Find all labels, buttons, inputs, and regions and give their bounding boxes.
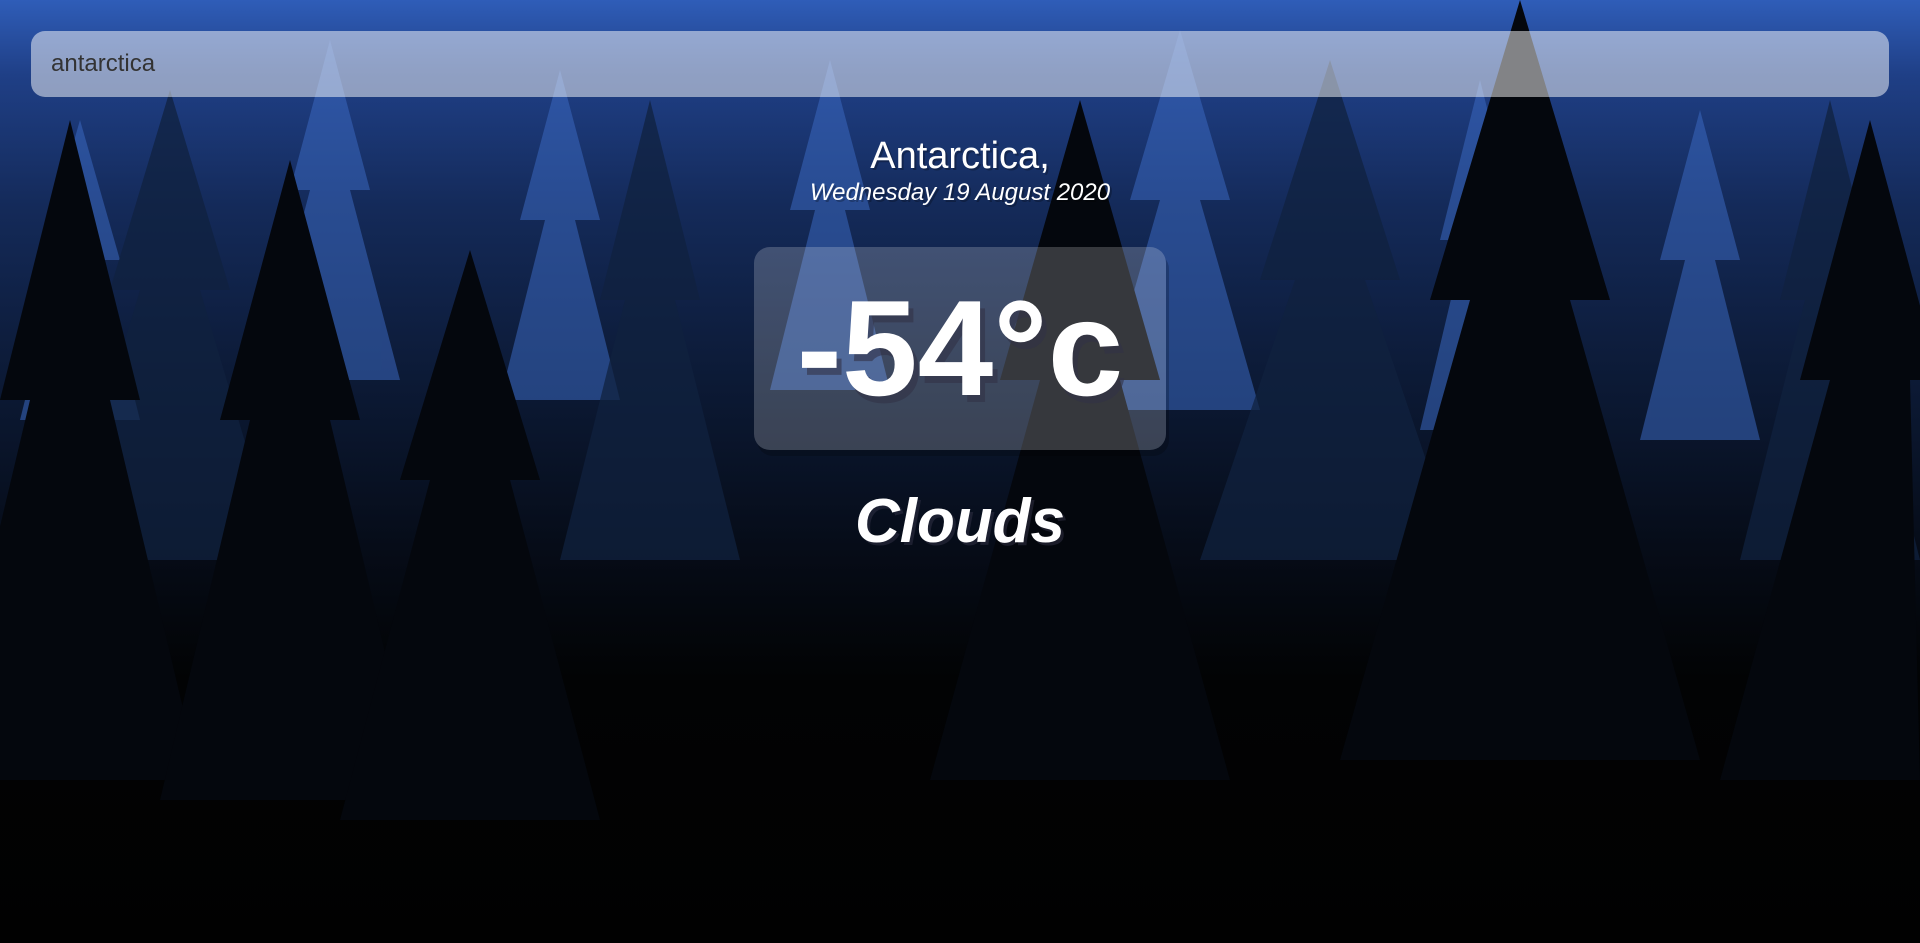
search-input[interactable] bbox=[31, 31, 1889, 97]
temperature-display: -54°c bbox=[754, 247, 1166, 450]
weather-app: Antarctica, Wednesday 19 August 2020 -54… bbox=[0, 0, 1920, 943]
weather-condition: Clouds bbox=[854, 487, 1066, 556]
location-name: Antarctica, bbox=[870, 135, 1050, 177]
date-label: Wednesday 19 August 2020 bbox=[809, 179, 1111, 206]
location-box: Antarctica, Wednesday 19 August 2020 bbox=[0, 133, 1920, 207]
